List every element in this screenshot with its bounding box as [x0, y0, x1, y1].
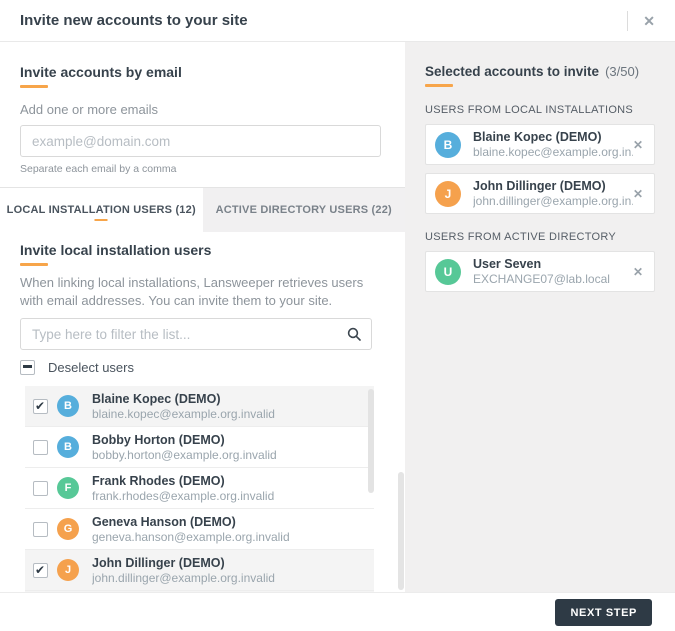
accent-underline: [20, 85, 48, 88]
user-checkbox[interactable]: [33, 563, 48, 578]
modal-header: Invite new accounts to your site ✕: [0, 0, 675, 42]
tab-label: ACTIVE DIRECTORY USERS (22): [216, 204, 392, 216]
group-title-active-directory: USERS FROM ACTIVE DIRECTORY: [425, 231, 655, 243]
close-icon[interactable]: ✕: [643, 14, 655, 28]
user-avatar: F: [57, 477, 79, 499]
local-users-description: When linking local installations, Lanswe…: [20, 274, 382, 310]
user-avatar: G: [57, 518, 79, 540]
user-email: john.dillinger@example.org.in...: [473, 194, 633, 209]
user-row[interactable]: G Geneva Hanson (DEMO) geneva.hanson@exa…: [25, 509, 374, 550]
accent-underline: [20, 263, 48, 266]
user-info: John Dillinger (DEMO) john.dillinger@exa…: [92, 555, 275, 586]
user-name: Blaine Kopec (DEMO): [473, 129, 633, 145]
email-field-label: Add one or more emails: [20, 102, 381, 117]
filter-input[interactable]: [20, 318, 372, 350]
user-name: Frank Rhodes (DEMO): [92, 473, 274, 489]
user-info: User Seven EXCHANGE07@lab.local: [473, 256, 610, 287]
user-row[interactable]: B Bobby Horton (DEMO) bobby.horton@examp…: [25, 427, 374, 468]
user-avatar: B: [435, 132, 461, 158]
user-avatar: B: [57, 395, 79, 417]
user-info: Blaine Kopec (DEMO) blaine.kopec@example…: [92, 391, 275, 422]
user-email: blaine.kopec@example.org.invalid: [92, 407, 275, 422]
modal-footer: NEXT STEP: [0, 592, 675, 631]
selected-user-card: J John Dillinger (DEMO) john.dillinger@e…: [425, 173, 655, 214]
selected-heading-row: Selected accounts to invite (3/50): [425, 64, 655, 79]
user-avatar: U: [435, 259, 461, 285]
user-checkbox[interactable]: [33, 481, 48, 496]
user-list: B Blaine Kopec (DEMO) blaine.kopec@examp…: [25, 386, 374, 592]
user-name: User Seven: [473, 256, 610, 272]
user-email: blaine.kopec@example.org.in...: [473, 145, 633, 160]
user-info: Geneva Hanson (DEMO) geneva.hanson@examp…: [92, 514, 290, 545]
header-divider: [627, 11, 628, 31]
next-step-button[interactable]: NEXT STEP: [555, 599, 652, 626]
user-avatar: J: [435, 181, 461, 207]
user-row[interactable]: J John Dillinger (DEMO) john.dillinger@e…: [25, 550, 374, 591]
user-info: Blaine Kopec (DEMO) blaine.kopec@example…: [473, 129, 633, 160]
filter-field: [20, 318, 372, 350]
user-checkbox[interactable]: [33, 399, 48, 414]
user-name: John Dillinger (DEMO): [473, 178, 633, 194]
left-panel: Invite accounts by email Add one or more…: [0, 42, 405, 592]
user-row[interactable]: B Blaine Kopec (DEMO) blaine.kopec@examp…: [25, 386, 374, 427]
user-email: geneva.hanson@example.org.invalid: [92, 530, 290, 545]
user-list-scrollbar[interactable]: [368, 389, 374, 493]
selected-count: (3/50): [605, 64, 639, 79]
selected-ad-users-list: U User Seven EXCHANGE07@lab.local ✕: [425, 251, 655, 292]
user-email: john.dillinger@example.org.invalid: [92, 571, 275, 586]
tab-label: LOCAL INSTALLATION USERS (12): [7, 204, 196, 216]
email-helper-text: Separate each email by a comma: [20, 163, 381, 175]
email-input[interactable]: [20, 125, 381, 157]
tab-local-installation-users[interactable]: LOCAL INSTALLATION USERS (12): [0, 188, 203, 232]
selected-user-card: U User Seven EXCHANGE07@lab.local ✕: [425, 251, 655, 292]
search-icon: [347, 327, 361, 341]
left-panel-scrollbar[interactable]: [398, 472, 404, 590]
user-email: frank.rhodes@example.org.invalid: [92, 489, 274, 504]
remove-user-icon[interactable]: ✕: [633, 138, 643, 152]
user-name: John Dillinger (DEMO): [92, 555, 275, 571]
user-email: bobby.horton@example.org.invalid: [92, 448, 277, 463]
header-actions: ✕: [627, 11, 655, 31]
modal-body: Invite accounts by email Add one or more…: [0, 42, 675, 592]
remove-user-icon[interactable]: ✕: [633, 187, 643, 201]
tab-active-directory-users[interactable]: ACTIVE DIRECTORY USERS (22): [203, 188, 406, 232]
modal-title: Invite new accounts to your site: [20, 12, 248, 29]
user-row[interactable]: F Frank Rhodes (DEMO) frank.rhodes@examp…: [25, 468, 374, 509]
selected-user-card: B Blaine Kopec (DEMO) blaine.kopec@examp…: [425, 124, 655, 165]
active-tab-accent: [95, 219, 108, 221]
selected-accounts-panel: Selected accounts to invite (3/50) USERS…: [405, 42, 675, 592]
user-name: Bobby Horton (DEMO): [92, 432, 277, 448]
user-name: Geneva Hanson (DEMO): [92, 514, 290, 530]
user-info: Frank Rhodes (DEMO) frank.rhodes@example…: [92, 473, 274, 504]
invite-by-email-section: Invite accounts by email Add one or more…: [0, 42, 405, 187]
user-info: Bobby Horton (DEMO) bobby.horton@example…: [92, 432, 277, 463]
deselect-users-label: Deselect users: [48, 360, 134, 375]
user-source-tabs: LOCAL INSTALLATION USERS (12) ACTIVE DIR…: [0, 187, 405, 232]
accent-underline: [425, 84, 453, 87]
user-email: EXCHANGE07@lab.local: [473, 272, 610, 287]
selected-heading: Selected accounts to invite: [425, 64, 599, 79]
remove-user-icon[interactable]: ✕: [633, 265, 643, 279]
email-section-heading: Invite accounts by email: [20, 64, 381, 80]
user-checkbox[interactable]: [33, 440, 48, 455]
invite-accounts-modal: Invite new accounts to your site ✕ Invit…: [0, 0, 675, 631]
user-avatar: J: [57, 559, 79, 581]
user-avatar: B: [57, 436, 79, 458]
selected-local-users-list: B Blaine Kopec (DEMO) blaine.kopec@examp…: [425, 124, 655, 214]
deselect-users-row: Deselect users: [20, 360, 385, 375]
user-name: Blaine Kopec (DEMO): [92, 391, 275, 407]
deselect-users-checkbox[interactable]: [20, 360, 35, 375]
group-title-local-installations: USERS FROM LOCAL INSTALLATIONS: [425, 104, 655, 116]
local-users-heading: Invite local installation users: [20, 242, 385, 258]
local-users-tab-content: Invite local installation users When lin…: [0, 232, 405, 592]
user-info: John Dillinger (DEMO) john.dillinger@exa…: [473, 178, 633, 209]
user-checkbox[interactable]: [33, 522, 48, 537]
